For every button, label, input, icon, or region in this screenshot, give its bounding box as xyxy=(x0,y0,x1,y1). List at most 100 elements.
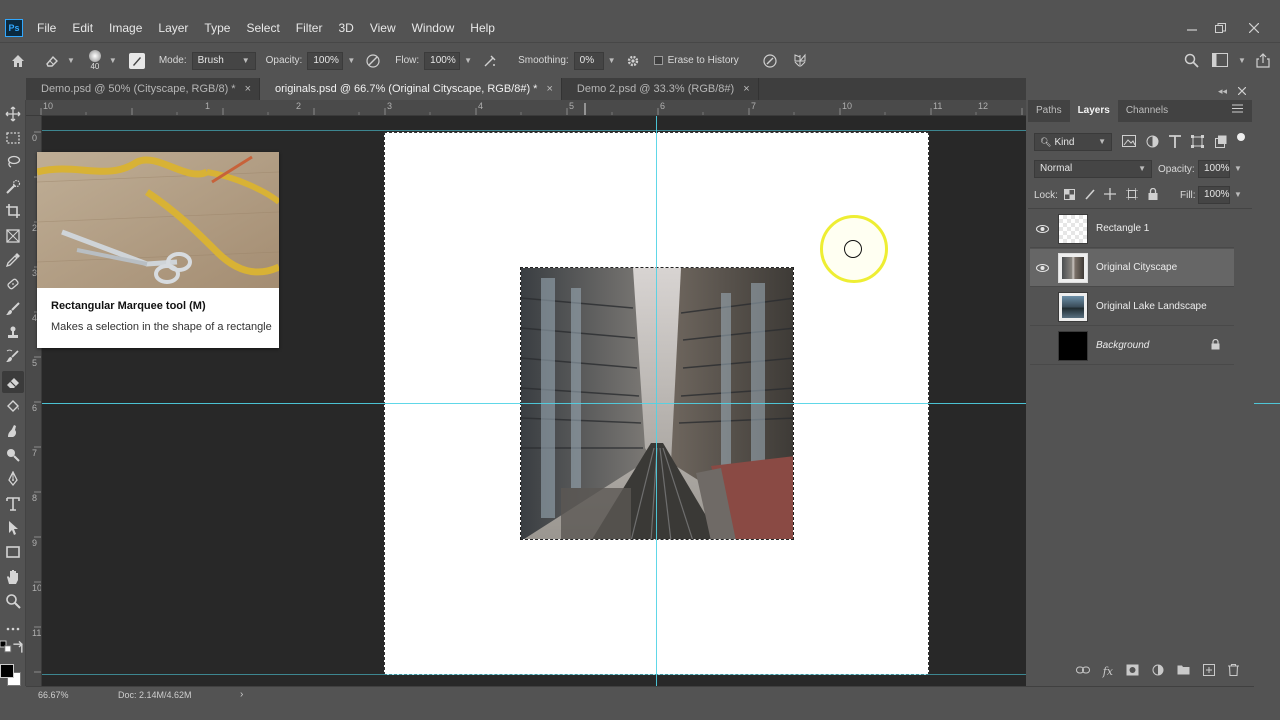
smoothing-field[interactable]: 0% xyxy=(573,51,604,70)
eye-visibility-empty[interactable] xyxy=(1030,288,1054,326)
opacity-field[interactable]: 100% xyxy=(307,51,344,70)
menu-file[interactable]: File xyxy=(31,14,62,42)
brush-size-picker[interactable]: 40 xyxy=(88,50,101,71)
flow-field[interactable]: 100% xyxy=(424,51,461,70)
share-icon[interactable] xyxy=(1256,53,1270,68)
menu-select[interactable]: Select xyxy=(240,14,285,42)
erase-to-history-control[interactable]: Erase to History xyxy=(653,55,744,66)
layer-row-original-lake-landscape[interactable]: Original Lake Landscape xyxy=(1030,288,1234,326)
more-tools-icon[interactable] xyxy=(2,618,24,640)
lock-image-pixels-icon[interactable] xyxy=(1085,189,1096,203)
layer-name[interactable]: Original Cityscape xyxy=(1096,262,1177,273)
filter-pixel-layer-icon[interactable] xyxy=(1122,135,1136,151)
eye-visibility-icon[interactable] xyxy=(1030,210,1054,248)
healing-brush-tool-icon[interactable] xyxy=(2,273,24,295)
pen-tool-icon[interactable] xyxy=(2,468,24,490)
brush-tool-icon[interactable] xyxy=(2,298,24,320)
layer-opacity-field[interactable]: 100% xyxy=(1198,160,1230,178)
rectangle-tool-icon[interactable] xyxy=(2,541,24,563)
blend-mode-select[interactable]: Normal ▼ xyxy=(1034,160,1152,178)
search-icon[interactable] xyxy=(1184,53,1199,68)
fill-dropdown-icon[interactable]: ▼ xyxy=(1234,190,1242,199)
horizontal-guide[interactable] xyxy=(42,674,1026,675)
menu-window[interactable]: Window xyxy=(406,14,461,42)
collapse-panels-icon[interactable]: ◂◂ xyxy=(1218,86,1227,97)
tab-paths[interactable]: Paths xyxy=(1028,100,1070,122)
layer-name[interactable]: Rectangle 1 xyxy=(1096,223,1149,234)
filter-adjustment-layer-icon[interactable] xyxy=(1146,135,1159,151)
layer-row-rectangle-1[interactable]: Rectangle 1 xyxy=(1030,210,1234,248)
tab-demo-2[interactable]: Demo 2.psd @ 33.3% (RGB/8#) × xyxy=(562,78,759,100)
type-tool-icon[interactable] xyxy=(2,493,24,515)
menu-3d[interactable]: 3D xyxy=(332,14,359,42)
menu-view[interactable]: View xyxy=(364,14,402,42)
lasso-tool-icon[interactable] xyxy=(2,151,24,173)
crop-tool-icon[interactable] xyxy=(2,200,24,222)
layer-row-original-cityscape[interactable]: Original Cityscape xyxy=(1030,249,1234,287)
horizontal-guide[interactable] xyxy=(42,130,1026,131)
eye-visibility-icon[interactable] xyxy=(1030,249,1054,287)
filter-shape-layer-icon[interactable] xyxy=(1191,135,1204,151)
erase-to-history-checkbox[interactable] xyxy=(653,56,663,65)
workspace-icon[interactable] xyxy=(1212,53,1228,67)
menu-layer[interactable]: Layer xyxy=(152,14,194,42)
clone-stamp-tool-icon[interactable] xyxy=(2,322,24,344)
menu-edit[interactable]: Edit xyxy=(66,14,99,42)
lock-all-icon[interactable] xyxy=(1148,187,1158,203)
rectangular-marquee-tool-icon[interactable] xyxy=(2,127,24,149)
home-icon[interactable] xyxy=(10,53,26,69)
close-tab-icon[interactable]: × xyxy=(245,78,251,100)
workspace-dropdown-icon[interactable]: ▼ xyxy=(1238,56,1246,65)
lock-artboard-icon[interactable] xyxy=(1126,188,1138,203)
frame-tool-icon[interactable] xyxy=(2,225,24,247)
smoothing-settings-gear-icon[interactable] xyxy=(626,54,640,68)
fill-field[interactable]: 100% xyxy=(1198,186,1230,204)
tab-originals[interactable]: originals.psd @ 66.7% (Original Cityscap… xyxy=(260,78,562,100)
new-layer-icon[interactable] xyxy=(1203,663,1215,679)
delete-layer-trash-icon[interactable] xyxy=(1228,663,1239,679)
link-layers-icon[interactable] xyxy=(1075,665,1090,677)
pressure-size-icon[interactable] xyxy=(762,53,778,69)
layer-style-fx-icon[interactable]: fx xyxy=(1103,665,1113,678)
history-brush-tool-icon[interactable] xyxy=(2,346,24,368)
layer-name[interactable]: Background xyxy=(1096,340,1149,351)
app-logo[interactable]: Ps xyxy=(5,19,23,37)
lock-position-icon[interactable] xyxy=(1104,188,1116,203)
symmetry-butterfly-icon[interactable] xyxy=(792,53,808,69)
layer-filter-kind-select[interactable]: 🔍︎ Kind ▼ xyxy=(1034,133,1112,151)
swap-colors-icon[interactable] xyxy=(12,640,26,654)
tool-preset-dropdown-icon[interactable]: ▼ xyxy=(67,56,75,65)
layer-name[interactable]: Original Lake Landscape xyxy=(1096,301,1207,312)
eyedropper-tool-icon[interactable] xyxy=(2,249,24,271)
brush-settings-icon[interactable] xyxy=(128,52,145,69)
vertical-guide[interactable] xyxy=(656,116,657,686)
horizontal-ruler[interactable]: 1 0 1 2 3 4 5 6 7 11 10 12 xyxy=(26,100,1026,116)
close-tab-icon[interactable]: × xyxy=(743,78,749,100)
tab-layers[interactable]: Layers xyxy=(1069,100,1118,122)
status-menu-chevron-icon[interactable]: › xyxy=(240,689,243,700)
brush-picker-dropdown-icon[interactable]: ▼ xyxy=(109,56,117,65)
opacity-dropdown-icon[interactable]: ▼ xyxy=(1234,164,1242,173)
menu-filter[interactable]: Filter xyxy=(290,14,329,42)
smudge-tool-icon[interactable] xyxy=(2,420,24,442)
tab-demo[interactable]: Demo.psd @ 50% (Cityscape, RGB/8) * × xyxy=(26,78,261,100)
menu-help[interactable]: Help xyxy=(464,14,501,42)
mode-select[interactable]: Brush ▼ xyxy=(191,51,256,70)
panel-menu-icon[interactable] xyxy=(1232,104,1243,116)
eraser-tool-icon[interactable] xyxy=(44,53,60,69)
pressure-opacity-icon[interactable] xyxy=(365,53,381,69)
eraser-tool-icon[interactable] xyxy=(2,371,24,393)
hand-tool-icon[interactable] xyxy=(2,566,24,588)
quick-selection-tool-icon[interactable] xyxy=(2,176,24,198)
foreground-color-swatch[interactable] xyxy=(0,664,14,678)
adjustment-layer-icon[interactable] xyxy=(1152,664,1164,679)
smoothing-dropdown-icon[interactable]: ▼ xyxy=(608,56,616,65)
path-selection-tool-icon[interactable] xyxy=(2,517,24,539)
move-tool-icon[interactable] xyxy=(2,103,24,125)
layer-row-background[interactable]: Background xyxy=(1030,327,1234,365)
dodge-tool-icon[interactable] xyxy=(2,444,24,466)
close-panel-icon[interactable] xyxy=(1237,86,1247,98)
zoom-tool-icon[interactable] xyxy=(2,590,24,612)
opacity-dropdown-icon[interactable]: ▼ xyxy=(347,56,355,65)
flow-dropdown-icon[interactable]: ▼ xyxy=(464,56,472,65)
